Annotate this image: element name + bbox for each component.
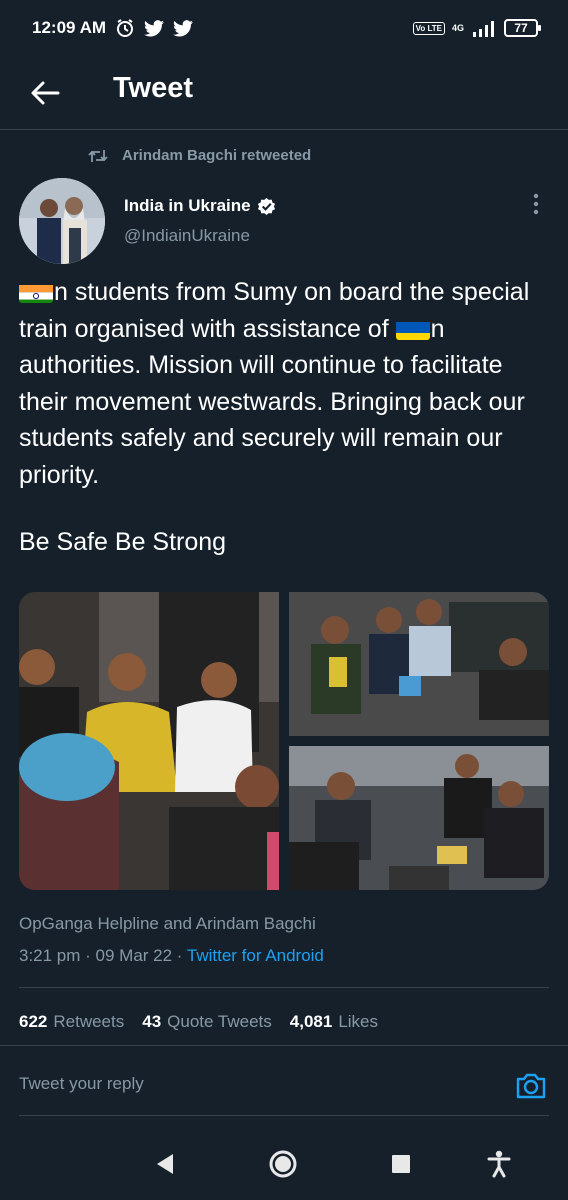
author-name[interactable]: India in Ukraine xyxy=(124,196,276,216)
engagement-stats: 622 Retweets 43 Quote Tweets 4,081 Likes xyxy=(19,1012,378,1032)
client-link[interactable]: Twitter for Android xyxy=(187,946,324,965)
avatar-photo xyxy=(19,178,105,264)
retweets-stat[interactable]: 622 Retweets xyxy=(19,1012,124,1032)
avatar[interactable] xyxy=(19,178,105,264)
app-header: Tweet xyxy=(0,56,568,130)
page-title: Tweet xyxy=(113,72,194,104)
quotes-count: 43 xyxy=(142,1012,162,1031)
twitter-bird-icon xyxy=(173,19,194,36)
divider xyxy=(0,1045,568,1046)
status-bar: 12:09 AM Vo LTE 4G 77 xyxy=(0,0,568,56)
photo-3[interactable] xyxy=(289,746,549,890)
circle-home-icon[interactable] xyxy=(265,1146,301,1182)
photo-1[interactable] xyxy=(19,592,279,890)
ukraine-flag-icon xyxy=(395,318,430,340)
photo-2[interactable] xyxy=(289,592,549,736)
divider xyxy=(19,987,549,988)
triangle-back-icon[interactable] xyxy=(146,1146,182,1182)
twitter-bird-icon xyxy=(144,19,165,36)
system-nav-bar xyxy=(0,1130,568,1200)
divider xyxy=(19,1115,549,1116)
retweet-icon xyxy=(88,149,108,162)
likes-stat[interactable]: 4,081 Likes xyxy=(290,1012,378,1032)
quotes-stat[interactable]: 43 Quote Tweets xyxy=(142,1012,272,1032)
more-vertical-icon[interactable] xyxy=(526,192,546,216)
camera-icon[interactable] xyxy=(514,1069,548,1103)
author-handle[interactable]: @IndiainUkraine xyxy=(124,226,250,246)
square-recents-icon[interactable] xyxy=(383,1146,419,1182)
verified-badge-icon xyxy=(257,197,275,215)
timestamp-text: 3:21 pm · 09 Mar 22 · xyxy=(19,946,187,965)
retweets-count: 622 xyxy=(19,1012,48,1031)
tweet-timestamp: 3:21 pm · 09 Mar 22 · Twitter for Androi… xyxy=(19,946,324,966)
tweet-text-part1: n students from Sumy on board the specia… xyxy=(19,278,530,343)
arrow-left-icon[interactable] xyxy=(28,76,62,110)
alarm-icon xyxy=(117,19,134,37)
retweet-label: Arindam Bagchi retweeted xyxy=(122,147,312,164)
status-time: 12:09 AM xyxy=(32,18,107,37)
likes-count: 4,081 xyxy=(289,1012,333,1031)
tweet-source-attribution[interactable]: OpGanga Helpline and Arindam Bagchi xyxy=(19,914,316,934)
retweets-label: Retweets xyxy=(53,1012,125,1031)
volte-icon: Vo LTE xyxy=(412,21,445,35)
media-grid xyxy=(19,592,549,890)
battery-icon: 77 xyxy=(504,19,541,37)
likes-label: Likes xyxy=(338,1012,378,1031)
signal-icon xyxy=(473,21,494,37)
author-name-text: India in Ukraine xyxy=(124,196,251,215)
network-label: 4G xyxy=(451,22,464,33)
retweet-context[interactable]: Arindam Bagchi retweeted xyxy=(88,147,311,164)
accessibility-icon[interactable] xyxy=(481,1146,517,1182)
quotes-label: Quote Tweets xyxy=(167,1012,272,1031)
tweet-tagline: Be Safe Be Strong xyxy=(19,528,227,556)
india-flag-icon xyxy=(19,281,53,303)
reply-input[interactable]: Tweet your reply xyxy=(19,1074,144,1094)
tweet-text: n students from Sumy on board the specia… xyxy=(19,274,549,493)
